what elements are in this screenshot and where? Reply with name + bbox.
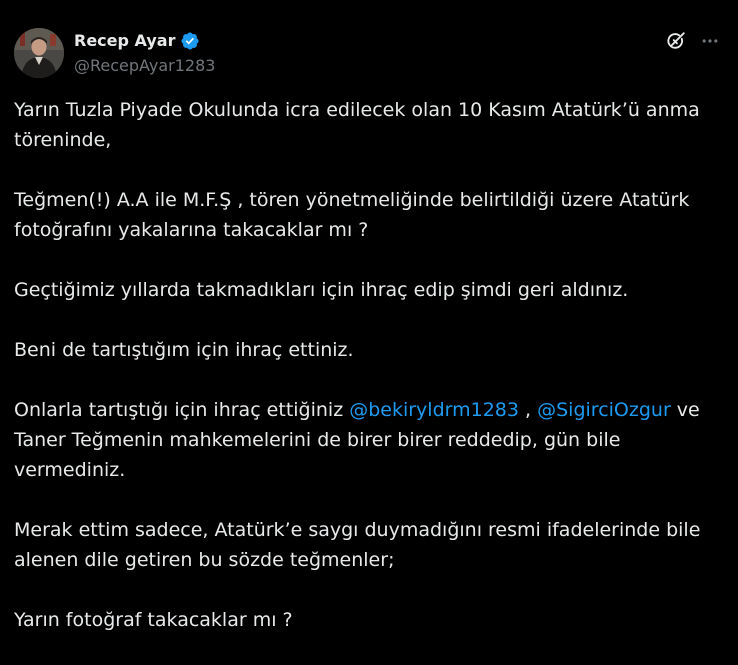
- tweet-paragraph: Teğmen(!) A.A ile M.F.Ş , tören yönetmel…: [14, 189, 690, 241]
- grok-icon: [667, 32, 685, 49]
- tweet-paragraph: Geçtiğimiz yıllarda takmadıkları için ih…: [14, 279, 629, 301]
- avatar[interactable]: [14, 28, 64, 78]
- author-display-name[interactable]: Recep Ayar: [74, 30, 175, 52]
- mention-link[interactable]: @SigirciOzgur: [537, 399, 671, 421]
- author-handle[interactable]: @RecepAyar1283: [74, 55, 215, 77]
- paragraph-text: ,: [519, 399, 538, 421]
- tweet-paragraph: Beni de tartıştığım için ihraç ettiniz.: [14, 339, 354, 361]
- tweet-paragraph: Yarın Tuzla Piyade Okulunda icra edilece…: [14, 99, 700, 151]
- tweet: Recep Ayar @RecepAyar1283 Yarın Tuzla Pi…: [0, 0, 738, 660]
- tweet-paragraph: Merak ettim sadece, Atatürk’e saygı duym…: [14, 519, 701, 571]
- more-horizontal-icon: [702, 39, 718, 43]
- tweet-paragraph-mentions: Onlarla tartıştığı için ihraç ettiğiniz …: [14, 395, 726, 485]
- tweet-paragraph: Yarın fotoğraf takacaklar mı ?: [14, 609, 293, 631]
- mention-link[interactable]: @bekiryldrm1283: [349, 399, 519, 421]
- verified-badge-icon: [180, 31, 200, 51]
- tweet-text: Yarın Tuzla Piyade Okulunda icra edilece…: [14, 95, 726, 665]
- grok-button[interactable]: [664, 29, 688, 53]
- more-options-button[interactable]: [696, 29, 724, 53]
- paragraph-text: Onlarla tartıştığı için ihraç ettiğiniz: [14, 399, 350, 421]
- author-name-row: Recep Ayar: [74, 30, 200, 52]
